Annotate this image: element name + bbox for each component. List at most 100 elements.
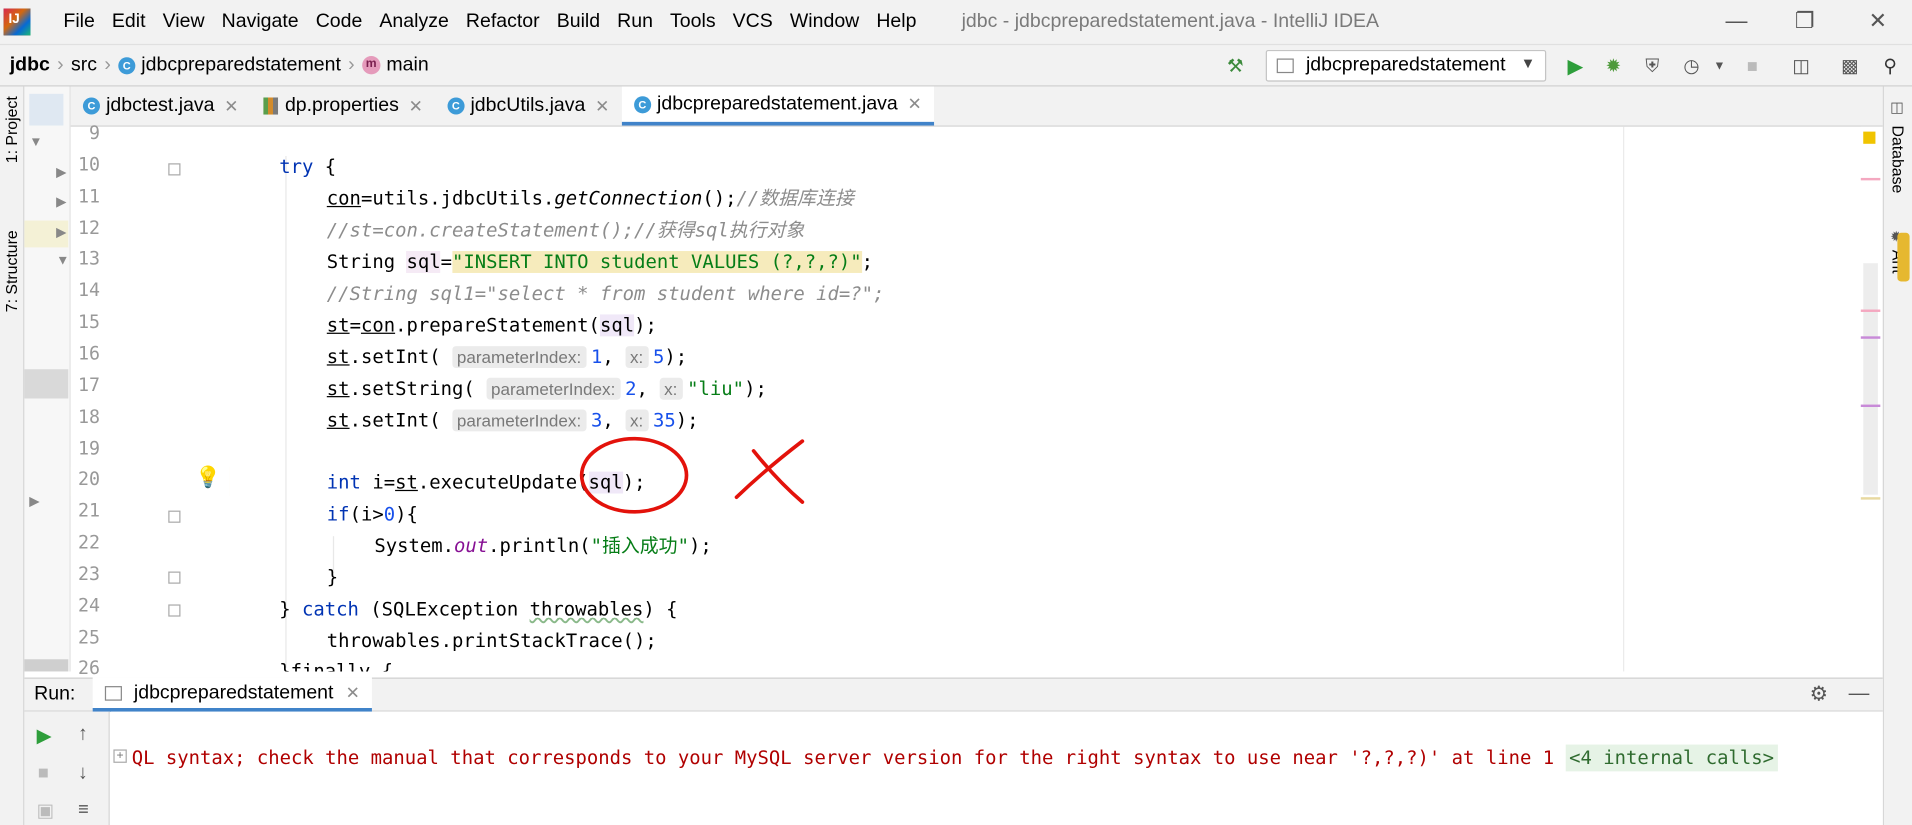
close-icon[interactable]: ✕ xyxy=(224,96,238,117)
close-icon[interactable]: ✕ xyxy=(595,96,609,117)
stop-icon[interactable]: ■ xyxy=(38,763,49,784)
token: st xyxy=(326,409,350,432)
menu-vcs[interactable]: VCS xyxy=(724,11,781,33)
menu-build[interactable]: Build xyxy=(548,11,608,33)
tab-jdbcutils[interactable]: CjdbcUtils.java ✕ xyxy=(435,87,622,126)
fold-icon[interactable] xyxy=(168,604,181,617)
tree-row-selected[interactable] xyxy=(24,369,69,399)
gear-icon[interactable]: ⚙ xyxy=(1810,682,1829,706)
menu-code[interactable]: Code xyxy=(307,11,371,33)
internal-calls-link[interactable]: <4 internal calls> xyxy=(1565,744,1778,772)
code-line-15: st=con.prepareStatement(sql); xyxy=(327,312,657,339)
project-structure-icon[interactable]: ◫ xyxy=(1789,55,1813,79)
tree-expand-icon[interactable]: ▶ xyxy=(56,194,66,210)
chevron-down-icon[interactable]: ▼ xyxy=(1707,55,1731,79)
structure-tool-tab[interactable]: 7: Structure xyxy=(2,230,20,312)
code-line-21: if(i>0){ xyxy=(327,501,418,528)
resize-handle[interactable] xyxy=(1897,232,1910,282)
stop-icon[interactable]: ■ xyxy=(1740,55,1764,79)
token: "插入成功" xyxy=(590,534,689,557)
menu-navigate[interactable]: Navigate xyxy=(213,11,307,33)
console-output[interactable]: + QL syntax; check the manual that corre… xyxy=(110,711,1883,825)
fold-icon[interactable] xyxy=(168,571,181,584)
tab-dp-properties[interactable]: dp.properties ✕ xyxy=(251,87,435,126)
token: throwables xyxy=(529,598,644,621)
tab-label: jdbcpreparedstatement.java xyxy=(657,93,898,114)
arrow-up-icon[interactable]: ↑ xyxy=(78,724,88,746)
close-icon[interactable]: ✕ xyxy=(908,94,922,115)
breadcrumb-project[interactable]: jdbc xyxy=(10,54,50,76)
token: .prepareStatement( xyxy=(395,314,600,337)
warning-indicator-icon[interactable] xyxy=(1863,131,1876,144)
tab-jdbctest[interactable]: Cjdbctest.java ✕ xyxy=(71,87,251,126)
menu-window[interactable]: Window xyxy=(781,11,867,33)
run-tab[interactable]: jdbcpreparedstatement ✕ xyxy=(92,677,373,712)
editor-tabs: Cjdbctest.java ✕ dp.properties ✕ CjdbcUtil… xyxy=(70,86,1883,127)
tree-expand-icon[interactable]: ▶ xyxy=(56,224,66,240)
token: sql xyxy=(406,251,441,273)
menu-help[interactable]: Help xyxy=(868,11,925,33)
fold-icon[interactable] xyxy=(168,510,181,523)
database-icon: ◫ xyxy=(1890,98,1904,116)
lightbulb-icon[interactable]: 💡 xyxy=(195,466,221,490)
parameter-hint: parameterIndex: xyxy=(486,377,621,400)
expand-icon[interactable]: + xyxy=(113,749,127,763)
minimize-icon[interactable]: — xyxy=(1712,7,1761,36)
horizontal-scrollbar[interactable] xyxy=(24,659,69,672)
profile-icon[interactable]: ◷ xyxy=(1679,55,1703,79)
search-icon[interactable]: ⚲ xyxy=(1878,55,1902,79)
line-number: 14 xyxy=(77,279,100,302)
breadcrumb-method[interactable]: m main xyxy=(361,54,429,76)
restore-icon[interactable]: ❐ xyxy=(1780,7,1829,36)
tree-expand-icon[interactable]: ▶ xyxy=(56,165,66,181)
rerun-icon[interactable]: ▶ xyxy=(37,724,52,748)
intellij-logo-icon: IJ xyxy=(3,8,31,36)
camera-icon[interactable]: ▣ xyxy=(37,799,54,822)
token: .executeUpdate( xyxy=(417,471,589,494)
tab-jdbcpreparedstatement[interactable]: Cjdbcpreparedstatement.java ✕ xyxy=(621,86,935,126)
token: 0 xyxy=(383,503,396,526)
menu-view[interactable]: View xyxy=(154,11,213,33)
code-editor[interactable]: try { con=utils.jdbcUtils.getConnection(… xyxy=(229,126,1883,672)
tree-expand-icon[interactable]: ▶ xyxy=(29,494,39,510)
menu-run[interactable]: Run xyxy=(609,11,662,33)
run-configuration-selector[interactable]: jdbcpreparedstatement ▼ xyxy=(1265,49,1547,82)
close-icon[interactable]: ✕ xyxy=(409,96,423,117)
class-icon: C xyxy=(633,95,651,113)
menu-file[interactable]: File xyxy=(55,11,104,33)
menu-edit[interactable]: Edit xyxy=(103,11,154,33)
project-view-icon[interactable] xyxy=(29,93,64,126)
indent-guide xyxy=(285,155,287,668)
tab-label: jdbcUtils.java xyxy=(470,95,586,116)
menu-analyze[interactable]: Analyze xyxy=(371,11,457,33)
token: { xyxy=(313,155,337,178)
fold-icon[interactable] xyxy=(168,163,181,176)
parameter-hint: parameterIndex: xyxy=(451,346,587,369)
menu-tools[interactable]: Tools xyxy=(662,11,725,33)
chevron-right-icon: › xyxy=(348,54,355,75)
build-hammer-icon[interactable]: ⚒ xyxy=(1223,55,1247,79)
soft-wrap-icon[interactable]: ≡ xyxy=(78,799,89,820)
parameter-hint: x: xyxy=(659,377,683,400)
minimize-panel-icon[interactable]: — xyxy=(1849,681,1870,705)
coverage-icon[interactable]: ⛨ xyxy=(1640,55,1664,79)
tree-expand-icon[interactable]: ▼ xyxy=(56,253,69,268)
tree-expand-icon[interactable]: ▼ xyxy=(29,135,42,150)
breadcrumb-file[interactable]: Cjdbcpreparedstatement xyxy=(118,54,341,76)
arrow-down-icon[interactable]: ↓ xyxy=(78,763,88,785)
token: .println( xyxy=(488,534,591,557)
database-tool-tab[interactable]: Database xyxy=(1889,126,1907,194)
breadcrumb-src[interactable]: src xyxy=(71,54,97,76)
menu-refactor[interactable]: Refactor xyxy=(457,11,548,33)
terminal-icon[interactable]: ▩ xyxy=(1838,55,1862,79)
run-icon[interactable]: ▶ xyxy=(1563,55,1587,79)
close-icon[interactable]: ✕ xyxy=(346,682,360,703)
error-stripe[interactable] xyxy=(1860,126,1883,672)
token: 2 xyxy=(625,377,637,400)
debug-icon[interactable]: ✹ xyxy=(1601,55,1625,79)
vertical-scrollbar-thumb[interactable] xyxy=(1863,263,1878,495)
line-number: 10 xyxy=(77,153,100,176)
project-tool-tab[interactable]: 1: Project xyxy=(2,96,20,163)
close-window-icon[interactable]: ✕ xyxy=(1853,7,1902,36)
code-line-24: } catch (SQLException throwables) { xyxy=(279,596,677,623)
